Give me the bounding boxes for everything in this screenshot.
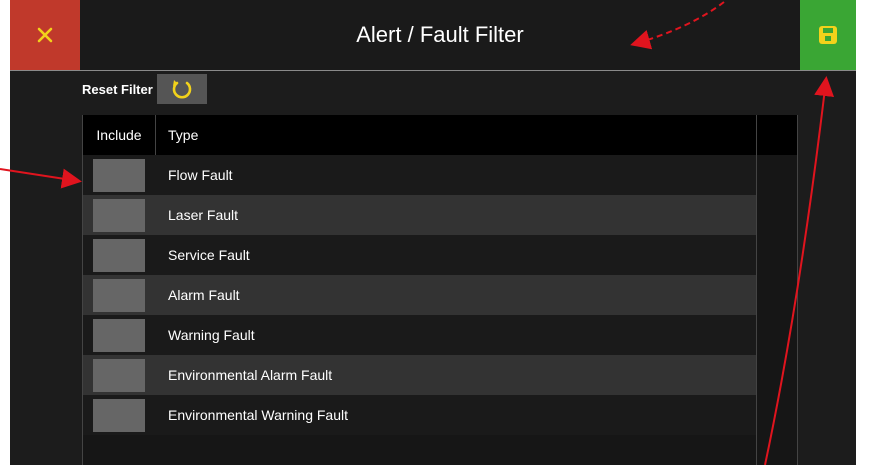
table-row: Flow Fault xyxy=(83,155,757,195)
table-header: Include Type xyxy=(83,115,797,155)
save-button[interactable] xyxy=(800,0,856,70)
reset-filter-label: Reset Filter xyxy=(82,81,153,97)
table-row: Laser Fault xyxy=(83,195,757,235)
include-checkbox[interactable] xyxy=(93,198,145,232)
reset-icon xyxy=(172,80,192,99)
include-checkbox[interactable] xyxy=(93,318,145,352)
scroll-column[interactable] xyxy=(756,155,797,465)
table-row: Warning Fault xyxy=(83,315,757,355)
fault-type-label: Environmental Warning Fault xyxy=(168,407,349,423)
app-window: Alert / Fault Filter Reset Filter Includ… xyxy=(10,0,856,465)
table-row: Environmental Warning Fault xyxy=(83,395,757,435)
fault-type-label: Environmental Alarm Fault xyxy=(168,367,333,383)
table-row: Alarm Fault xyxy=(83,275,757,315)
reset-filter-row: Reset Filter xyxy=(82,74,207,104)
page-title: Alert / Fault Filter xyxy=(356,22,524,47)
fault-type-label: Warning Fault xyxy=(168,327,255,343)
reset-filter-button[interactable] xyxy=(156,74,207,104)
include-checkbox[interactable] xyxy=(93,158,145,192)
include-checkbox[interactable] xyxy=(93,278,145,312)
fault-type-label: Laser Fault xyxy=(168,207,239,223)
column-header-include: Include xyxy=(83,115,156,155)
fault-type-label: Alarm Fault xyxy=(168,287,240,303)
fault-filter-table: Include Type Flow Fault Laser Fault Serv… xyxy=(82,115,798,465)
close-icon xyxy=(37,27,53,43)
include-checkbox[interactable] xyxy=(93,358,145,392)
table-body: Flow Fault Laser Fault Service Fault Ala… xyxy=(83,155,757,435)
include-checkbox[interactable] xyxy=(93,398,145,432)
fault-type-label: Flow Fault xyxy=(168,167,233,183)
close-button[interactable] xyxy=(10,0,80,70)
table-row: Environmental Alarm Fault xyxy=(83,355,757,395)
include-checkbox[interactable] xyxy=(93,238,145,272)
save-icon xyxy=(819,26,837,44)
top-bar: Alert / Fault Filter xyxy=(10,0,856,71)
fault-type-label: Service Fault xyxy=(168,247,250,263)
column-header-type: Type xyxy=(168,127,199,143)
column-header-spacer xyxy=(756,115,797,155)
table-row: Service Fault xyxy=(83,235,757,275)
